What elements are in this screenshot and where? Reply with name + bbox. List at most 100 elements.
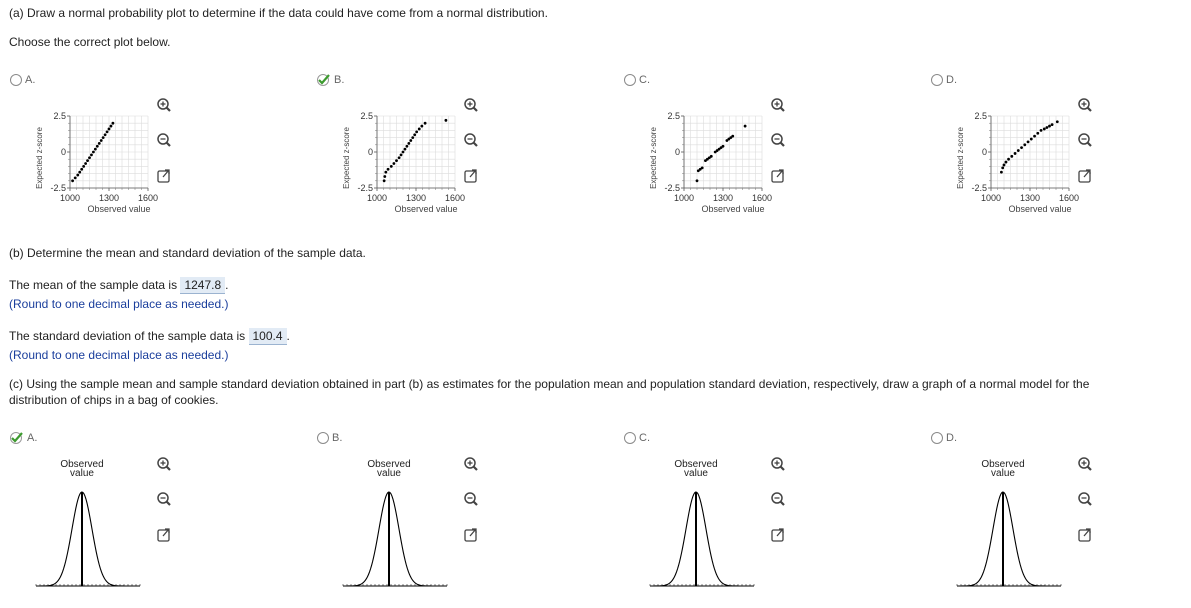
data-point: [86, 159, 89, 163]
graph-title: Observed value: [364, 459, 414, 479]
y-tick-label: 0: [982, 147, 987, 157]
plot-option-b[interactable]: B.: [317, 74, 344, 86]
y-tick-label: 0: [368, 147, 373, 157]
mean-round-hint: (Round to one decimal place as needed.): [9, 297, 229, 311]
y-axis-label: Expected z-score: [956, 127, 965, 189]
x-tick-label: 1300: [1020, 193, 1040, 203]
data-point: [95, 144, 99, 148]
part-a-prompt: (a) Draw a normal probability plot to de…: [9, 6, 548, 20]
normal-curve-graph: [955, 486, 1065, 595]
part-b-prompt: (b) Determine the mean and standard devi…: [9, 246, 366, 260]
normal-model-option-a[interactable]: A.: [10, 432, 37, 444]
popout-icon[interactable]: [768, 525, 788, 545]
sd-answer-field[interactable]: 100.4: [248, 328, 287, 345]
zoom-out-icon[interactable]: [768, 490, 788, 510]
radio-button[interactable]: [624, 74, 636, 86]
radio-button[interactable]: [624, 432, 636, 444]
data-point: [743, 124, 747, 128]
x-axis-label: Observed value: [394, 204, 457, 214]
option-label: A.: [25, 74, 36, 86]
popout-icon[interactable]: [768, 166, 788, 186]
zoom-out-icon[interactable]: [154, 490, 174, 510]
zoom-out-icon[interactable]: [154, 131, 174, 151]
data-point: [92, 150, 95, 154]
zoom-in-icon[interactable]: [1075, 455, 1095, 475]
y-axis-label: Expected z-score: [35, 127, 44, 189]
popout-icon[interactable]: [461, 525, 481, 545]
x-tick-label: 1600: [138, 193, 158, 203]
option-label: A.: [27, 432, 38, 444]
y-tick-label: 2.5: [53, 111, 66, 121]
x-tick-label: 1000: [981, 193, 1001, 203]
checkmark-icon[interactable]: [10, 432, 24, 444]
part-c-prompt-line2: distribution of chips in a bag of cookie…: [9, 393, 219, 407]
data-point: [695, 179, 699, 183]
sd-statement: The standard deviation of the sample dat…: [9, 328, 290, 345]
data-point: [1016, 149, 1020, 152]
zoom-in-icon[interactable]: [154, 96, 174, 116]
y-tick-label: -2.5: [971, 183, 987, 193]
radio-button[interactable]: [10, 74, 22, 86]
zoom-in-icon[interactable]: [1075, 96, 1095, 116]
normal-model-option-d[interactable]: D.: [931, 432, 957, 444]
radio-button[interactable]: [317, 432, 329, 444]
graph-tools: [461, 96, 481, 186]
popout-icon[interactable]: [154, 525, 174, 545]
zoom-in-icon[interactable]: [154, 455, 174, 475]
zoom-in-icon[interactable]: [768, 455, 788, 475]
zoom-in-icon[interactable]: [461, 455, 481, 475]
x-tick-label: 1000: [60, 193, 80, 203]
radio-button[interactable]: [931, 432, 943, 444]
data-point: [401, 150, 405, 154]
x-axis-label: Observed value: [87, 204, 150, 214]
y-tick-label: 0: [675, 147, 680, 157]
zoom-in-icon[interactable]: [768, 96, 788, 116]
y-tick-label: -2.5: [50, 183, 66, 193]
graph-tools: [461, 455, 481, 545]
data-point: [411, 136, 415, 139]
graph-title: Observed value: [671, 459, 721, 479]
option-label: B.: [334, 74, 345, 86]
y-axis-label: Expected z-score: [342, 127, 351, 189]
mean-answer-field[interactable]: 1247.8: [180, 277, 226, 294]
zoom-out-icon[interactable]: [768, 131, 788, 151]
data-point: [1045, 126, 1049, 129]
normal-curve: [343, 491, 445, 587]
graph-tools: [154, 455, 174, 545]
data-point: [101, 136, 105, 139]
popout-icon[interactable]: [1075, 166, 1095, 186]
zoom-in-icon[interactable]: [461, 96, 481, 116]
zoom-out-icon[interactable]: [461, 490, 481, 510]
radio-button[interactable]: [931, 74, 943, 86]
data-point: [1023, 143, 1027, 147]
mean-label: The mean of the sample data is: [9, 278, 178, 292]
zoom-out-icon[interactable]: [461, 131, 481, 151]
data-point: [99, 139, 103, 142]
zoom-out-icon[interactable]: [1075, 490, 1095, 510]
x-tick-label: 1300: [406, 193, 426, 203]
popout-icon[interactable]: [1075, 525, 1095, 545]
zoom-out-icon[interactable]: [1075, 131, 1095, 151]
data-point: [1033, 134, 1036, 138]
x-axis-label: Observed value: [701, 204, 764, 214]
data-point: [389, 165, 393, 168]
option-label: D.: [946, 432, 957, 444]
y-tick-label: 2.5: [974, 111, 987, 121]
data-point: [420, 124, 424, 128]
popout-icon[interactable]: [461, 166, 481, 186]
popout-icon[interactable]: [154, 166, 174, 186]
data-point: [88, 156, 91, 160]
normal-model-option-c[interactable]: C.: [624, 432, 650, 444]
graph-tools: [768, 455, 788, 545]
normal-curve: [650, 491, 752, 587]
plot-option-c[interactable]: C.: [624, 74, 650, 86]
x-tick-label: 1300: [99, 193, 119, 203]
data-point: [73, 176, 77, 180]
data-point: [82, 165, 86, 168]
normal-model-option-b[interactable]: B.: [317, 432, 342, 444]
plot-option-d[interactable]: D.: [931, 74, 957, 86]
checkmark-icon[interactable]: [317, 74, 331, 86]
option-label: C.: [639, 432, 650, 444]
data-point: [1026, 140, 1030, 144]
plot-option-a[interactable]: A.: [10, 74, 35, 86]
